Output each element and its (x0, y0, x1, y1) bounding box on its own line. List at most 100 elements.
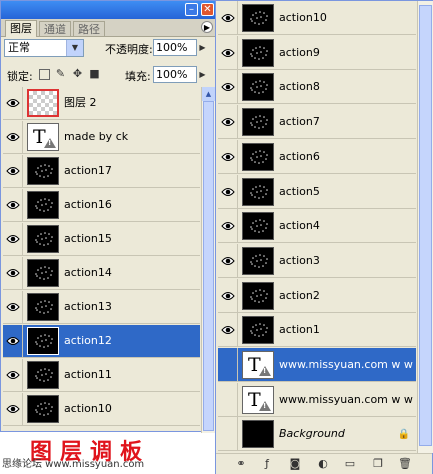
tab-paths[interactable]: 路径 (73, 21, 105, 36)
visibility-eye-icon[interactable] (218, 139, 238, 174)
visibility-eye-icon[interactable] (218, 209, 238, 244)
lock-transparency-icon[interactable] (39, 69, 50, 80)
adjustment-layer-icon[interactable]: ◐ (316, 457, 330, 471)
layer-thumbnail (242, 246, 274, 275)
layer-thumbnail (242, 212, 274, 241)
add-mask-icon[interactable]: ◙ (288, 457, 302, 471)
layer-name: action12 (64, 334, 112, 347)
layer-row[interactable]: Background 🔒 (218, 417, 416, 452)
layer-name: www.missyuan.com w w (279, 358, 413, 371)
layer-name: action3 (279, 253, 320, 267)
layer-row[interactable]: Twww.missyuan.com w w (218, 348, 416, 382)
visibility-eye-icon[interactable] (3, 257, 23, 289)
scrollbar[interactable] (417, 1, 433, 453)
layer-thumbnail (242, 108, 274, 137)
visibility-eye-icon[interactable] (218, 35, 238, 70)
delete-layer-icon[interactable]: 🗑 (398, 457, 412, 471)
layer-row[interactable]: action7 (218, 105, 416, 140)
visibility-eye-icon[interactable] (3, 87, 23, 119)
layer-row[interactable]: action4 (218, 209, 416, 244)
scroll-thumb[interactable] (419, 5, 432, 446)
layer-thumbnail (242, 316, 274, 345)
layer-name: action10 (279, 11, 327, 24)
layer-row[interactable]: action14 (3, 257, 200, 290)
visibility-eye-icon[interactable] (3, 223, 23, 255)
new-layer-icon[interactable]: ❐ (371, 457, 385, 471)
visibility-eye-icon[interactable] (218, 417, 238, 452)
lock-move-icon[interactable]: ✥ (71, 67, 84, 80)
layer-row[interactable]: action5 (218, 174, 416, 209)
visibility-eye-icon[interactable] (3, 189, 23, 221)
visibility-eye-icon[interactable] (3, 359, 23, 391)
panel-title-bar[interactable]: – ✕ (1, 1, 216, 19)
link-icon[interactable]: ⚭ (234, 457, 248, 471)
site-credit: 思缘论坛 www.missyuan.com (2, 459, 145, 470)
visibility-eye-icon[interactable] (3, 325, 23, 357)
visibility-eye-icon[interactable] (218, 382, 238, 417)
layer-row[interactable]: action12 (3, 325, 200, 358)
lock-label: 锁定: (7, 70, 33, 83)
tab-channels[interactable]: 通道 (39, 21, 71, 36)
new-group-icon[interactable]: ▭ (343, 457, 357, 471)
tab-layers[interactable]: 图层 (5, 20, 37, 37)
visibility-eye-icon[interactable] (218, 278, 238, 313)
fill-label: 填充: (125, 70, 151, 83)
layer-name: action11 (64, 368, 112, 381)
visibility-eye-icon[interactable] (3, 393, 23, 425)
lock-brush-icon[interactable]: ✎ (54, 67, 67, 80)
chevron-down-icon[interactable]: ▼ (66, 40, 83, 56)
close-button[interactable]: ✕ (201, 3, 214, 16)
visibility-eye-icon[interactable] (218, 348, 238, 382)
layer-name: action1 (279, 323, 320, 337)
layer-row[interactable]: action2 (218, 278, 416, 313)
layer-name: action5 (279, 184, 320, 198)
layer-thumbnail (242, 177, 274, 206)
visibility-eye-icon[interactable] (3, 121, 23, 153)
lock-icon: 🔒 (397, 429, 410, 441)
fill-dropdown-icon[interactable]: ▶ (198, 66, 207, 83)
layer-name: www.missyuan.com w w (279, 392, 413, 406)
visibility-eye-icon[interactable] (218, 243, 238, 278)
layer-row[interactable]: Twww.missyuan.com w w (218, 382, 416, 417)
visibility-eye-icon[interactable] (218, 1, 238, 35)
layer-row[interactable]: action9 (218, 35, 416, 70)
layer-thumbnail (242, 73, 274, 102)
layer-row[interactable]: action3 (218, 243, 416, 278)
visibility-eye-icon[interactable] (218, 174, 238, 209)
visibility-eye-icon[interactable] (218, 70, 238, 105)
layer-row[interactable]: action10 (218, 1, 416, 35)
fill-input[interactable]: 100% (153, 66, 197, 83)
layer-name: action4 (279, 219, 320, 233)
layer-row[interactable]: action13 (3, 291, 200, 324)
layer-row[interactable]: Tmade by ck (3, 121, 200, 154)
layer-thumbnail (27, 327, 59, 355)
visibility-eye-icon[interactable] (3, 155, 23, 187)
layer-row[interactable]: action17 (3, 155, 200, 188)
layer-row[interactable]: action11 (3, 359, 200, 392)
layer-thumbnail (242, 281, 274, 310)
panel-menu-icon[interactable]: ▶ (201, 21, 213, 33)
blend-mode-select[interactable]: 正常 ▼ (4, 39, 84, 57)
visibility-eye-icon[interactable] (218, 313, 238, 348)
scroll-up-icon[interactable]: ▲ (202, 87, 215, 101)
opacity-input[interactable]: 100% (153, 39, 197, 56)
layer-name: action7 (279, 115, 320, 129)
opacity-dropdown-icon[interactable]: ▶ (198, 39, 207, 56)
visibility-eye-icon[interactable] (218, 105, 238, 140)
layer-row[interactable]: action8 (218, 70, 416, 105)
layer-style-icon[interactable]: ƒ (260, 457, 274, 471)
layer-row[interactable]: action10 (3, 393, 200, 426)
lock-all-icon[interactable]: ■ (88, 67, 101, 80)
layer-name: action17 (64, 164, 112, 177)
scroll-thumb[interactable] (203, 101, 214, 431)
layers-panel-right: action10 action9 action8 action7 action6 acti… (215, 0, 433, 474)
layer-row[interactable]: action16 (3, 189, 200, 222)
scrollbar[interactable]: ▲ (201, 87, 215, 433)
layer-row[interactable]: action1 (218, 313, 416, 348)
minimize-button[interactable]: – (185, 3, 198, 16)
visibility-eye-icon[interactable] (3, 291, 23, 323)
layer-row[interactable]: action6 (218, 139, 416, 174)
layer-row[interactable]: action15 (3, 223, 200, 256)
layers-footer-toolbar: ⚭ ƒ ◙ ◐ ▭ ❐ 🗑 (216, 453, 432, 474)
layer-row[interactable]: 图层 2 (3, 87, 200, 120)
